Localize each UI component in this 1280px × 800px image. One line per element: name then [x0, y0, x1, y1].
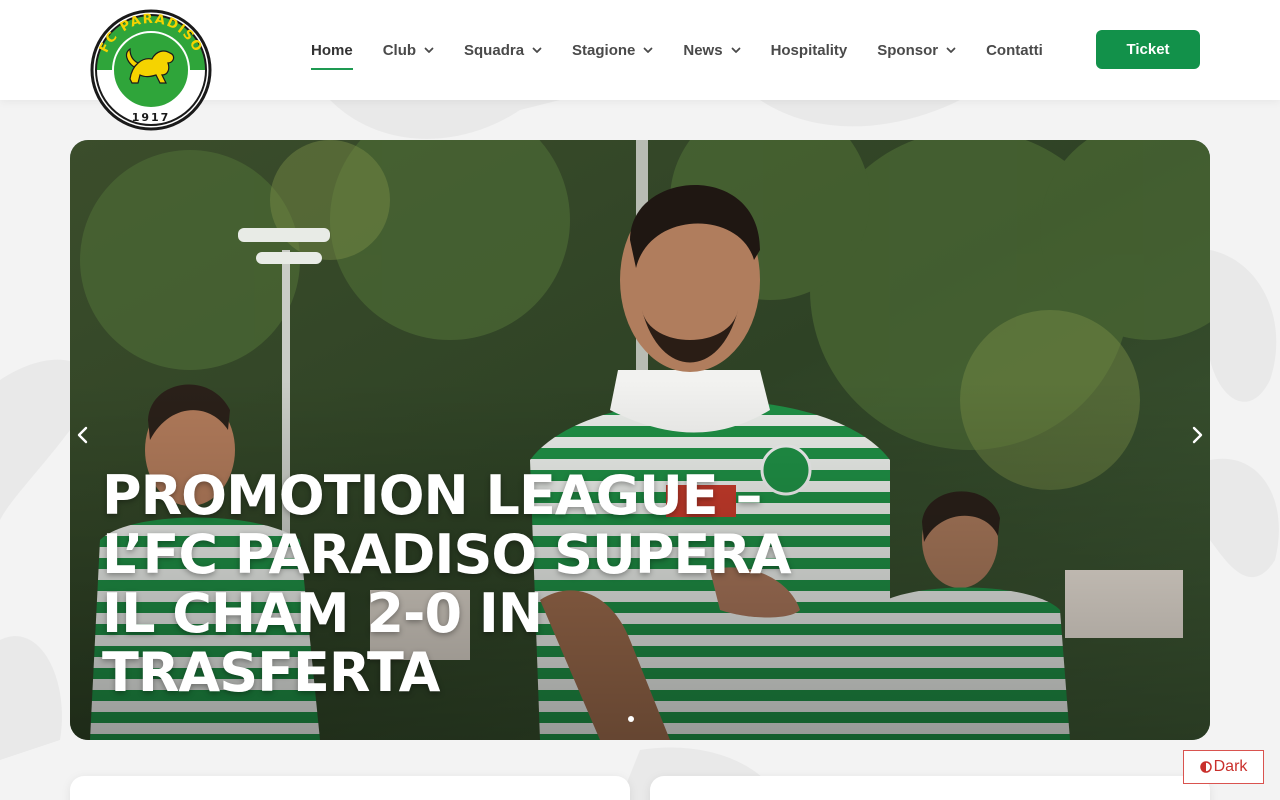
- nav-item-news[interactable]: News: [683, 30, 740, 70]
- nav-item-club[interactable]: Club: [383, 30, 434, 70]
- nav-item-label: News: [683, 41, 723, 59]
- chevron-down-icon: [424, 47, 434, 53]
- nav-item-squadra[interactable]: Squadra: [464, 30, 542, 70]
- nav-item-sponsor[interactable]: Sponsor: [877, 30, 956, 70]
- ticket-button[interactable]: Ticket: [1096, 30, 1200, 69]
- chevron-right-icon: [1192, 426, 1203, 444]
- nav-item-hospitality[interactable]: Hospitality: [771, 30, 848, 70]
- nav-item-stagione[interactable]: Stagione: [572, 30, 653, 70]
- dark-mode-label: Dark: [1213, 758, 1248, 775]
- main-nav: Home Club Squadra Stagione News Hospitality Sp…: [296, 0, 1058, 100]
- news-card[interactable]: [650, 776, 1210, 800]
- nav-item-label: Home: [311, 41, 353, 59]
- slider-next-button[interactable]: [1184, 422, 1210, 448]
- nav-item-home[interactable]: Home: [311, 30, 353, 70]
- slider-dot-active[interactable]: [628, 716, 634, 722]
- nav-item-label: Contatti: [986, 41, 1043, 59]
- nav-item-label: Sponsor: [877, 41, 939, 59]
- hero-slider: PROMOTION LEAGUE – L’FC PARADISO SUPERA …: [70, 140, 1210, 740]
- nav-item-contatti[interactable]: Contatti: [986, 30, 1043, 70]
- chevron-left-icon: [77, 426, 88, 444]
- half-circle-icon: [1199, 761, 1212, 773]
- chevron-down-icon: [643, 47, 653, 53]
- dark-mode-toggle[interactable]: Dark: [1183, 750, 1264, 784]
- chevron-down-icon: [946, 47, 956, 53]
- nav-item-label: Hospitality: [770, 41, 848, 59]
- club-logo[interactable]: FC PARADISO 1917: [90, 9, 212, 131]
- news-card[interactable]: [70, 776, 630, 800]
- hero-title[interactable]: PROMOTION LEAGUE – L’FC PARADISO SUPERA …: [102, 466, 802, 702]
- chevron-down-icon: [731, 47, 740, 53]
- nav-item-label: Squadra: [464, 41, 525, 59]
- nav-item-label: Club: [382, 41, 417, 59]
- logo-year: 1917: [132, 111, 171, 124]
- chevron-down-icon: [532, 47, 542, 53]
- slider-prev-button[interactable]: [70, 422, 96, 448]
- nav-item-label: Stagione: [572, 41, 636, 59]
